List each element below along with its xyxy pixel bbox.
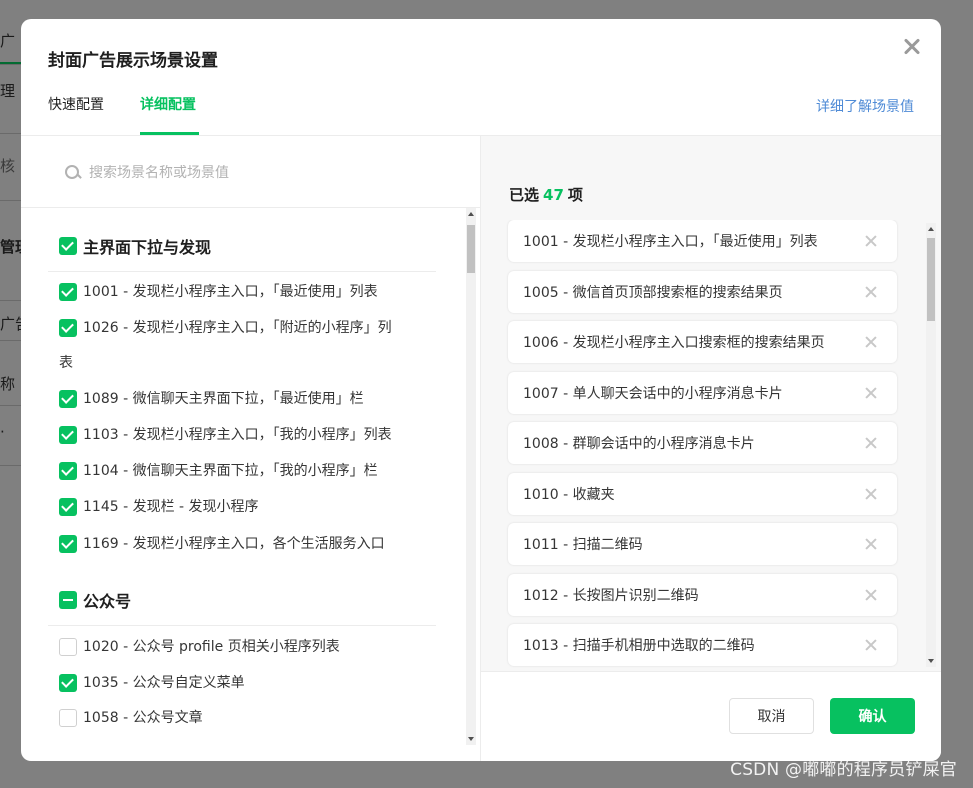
- selected-item-label: 1010 - 收藏夹: [523, 487, 615, 503]
- group-divider: [48, 271, 436, 272]
- confirm-button[interactable]: 确认: [830, 698, 915, 734]
- selected-item: 1005 - 微信首页顶部搜索框的搜索结果页: [508, 271, 897, 313]
- item-label: 1145 - 发现栏 - 发现小程序: [83, 499, 259, 515]
- remove-icon[interactable]: [861, 534, 881, 554]
- item-checkbox-checked[interactable]: [59, 535, 77, 553]
- group-checkbox-partial[interactable]: [59, 591, 77, 609]
- scene-settings-dialog: 封面广告展示场景设置 快速配置 详细配置 详细了解场景值 主界面下拉与发现 10…: [21, 19, 941, 761]
- remove-icon[interactable]: [861, 585, 881, 605]
- scroll-down-arrow-icon[interactable]: [468, 737, 474, 741]
- group-name: 公众号: [83, 592, 132, 611]
- list-item[interactable]: 1026 - 发现栏小程序主入口，「附近的小程序」列: [59, 310, 419, 346]
- item-checkbox-checked[interactable]: [59, 390, 77, 408]
- list-item[interactable]: 1103 - 发现栏小程序主入口，「我的小程序」列表: [59, 417, 419, 453]
- learn-scene-values-link[interactable]: 详细了解场景值: [816, 96, 914, 116]
- item-label: 1058 - 公众号文章: [83, 710, 203, 726]
- search-box: [65, 162, 425, 184]
- scroll-up-arrow-icon[interactable]: [468, 212, 474, 216]
- scene-list: 主界面下拉与发现 1001 - 发现栏小程序主入口，「最近使用」列表 1026 …: [21, 208, 480, 761]
- selected-item: 1008 - 群聊会话中的小程序消息卡片: [508, 422, 897, 464]
- selected-item-label: 1012 - 长按图片识别二维码: [523, 588, 699, 604]
- item-label: 1089 - 微信聊天主界面下拉，「最近使用」栏: [83, 391, 364, 407]
- item-checkbox-unchecked[interactable]: [59, 709, 77, 727]
- selected-item: 1011 - 扫描二维码: [508, 523, 897, 565]
- group-divider: [48, 625, 436, 626]
- scroll-down-arrow-icon[interactable]: [928, 659, 934, 663]
- scroll-thumb[interactable]: [927, 238, 935, 321]
- list-item[interactable]: 1058 - 公众号文章: [59, 700, 419, 736]
- selected-item-label: 1011 - 扫描二维码: [523, 537, 643, 553]
- selected-item: 1001 - 发现栏小程序主入口，「最近使用」列表: [508, 220, 897, 262]
- scroll-up-arrow-icon[interactable]: [928, 227, 934, 231]
- item-label: 1103 - 发现栏小程序主入口，「我的小程序」列表: [83, 427, 392, 443]
- list-item-continuation: 表: [59, 345, 419, 381]
- selected-item-label: 1001 - 发现栏小程序主入口，「最近使用」列表: [523, 234, 818, 250]
- selected-count-title: 已选 47 项: [509, 184, 583, 205]
- selected-item-label: 1013 - 扫描手机相册中选取的二维码: [523, 638, 755, 654]
- selected-item: 1013 - 扫描手机相册中选取的二维码: [508, 624, 897, 666]
- list-item[interactable]: 1089 - 微信聊天主界面下拉，「最近使用」栏: [59, 381, 419, 417]
- scroll-thumb[interactable]: [467, 225, 475, 273]
- selected-item: 1010 - 收藏夹: [508, 473, 897, 515]
- selected-item-label: 1008 - 群聊会话中的小程序消息卡片: [523, 436, 755, 452]
- remove-icon[interactable]: [861, 484, 881, 504]
- remove-icon[interactable]: [861, 332, 881, 352]
- list-item[interactable]: 1001 - 发现栏小程序主入口，「最近使用」列表: [59, 274, 419, 310]
- item-label: 1001 - 发现栏小程序主入口，「最近使用」列表: [83, 284, 378, 300]
- remove-icon[interactable]: [861, 383, 881, 403]
- group-header-main-pulldown[interactable]: 主界面下拉与发现: [59, 234, 211, 258]
- item-checkbox-checked[interactable]: [59, 426, 77, 444]
- tab-detailed-config[interactable]: 详细配置: [140, 94, 196, 114]
- item-label: 1026 - 发现栏小程序主入口，「附近的小程序」列: [83, 320, 392, 336]
- tab-quick-config[interactable]: 快速配置: [48, 94, 104, 114]
- item-checkbox-checked[interactable]: [59, 319, 77, 337]
- list-item[interactable]: 1145 - 发现栏 - 发现小程序: [59, 489, 419, 525]
- remove-icon[interactable]: [861, 433, 881, 453]
- selected-item-label: 1006 - 发现栏小程序主入口搜索框的搜索结果页: [523, 335, 825, 351]
- selected-item: 1007 - 单人聊天会话中的小程序消息卡片: [508, 372, 897, 414]
- selected-prefix: 已选: [509, 186, 540, 204]
- search-icon: [65, 165, 81, 181]
- selected-suffix: 项: [567, 186, 583, 204]
- selected-item: 1006 - 发现栏小程序主入口搜索框的搜索结果页: [508, 321, 897, 363]
- item-label: 1035 - 公众号自定义菜单: [83, 675, 245, 691]
- right-scrollbar[interactable]: [926, 223, 936, 667]
- search-input[interactable]: [89, 165, 409, 181]
- group-header-official-account[interactable]: 公众号: [59, 588, 131, 612]
- list-item[interactable]: 1020 - 公众号 profile 页相关小程序列表: [59, 629, 419, 665]
- item-checkbox-checked[interactable]: [59, 498, 77, 516]
- dialog-footer: 取消 确认: [481, 671, 941, 761]
- item-label: 1169 - 发现栏小程序主入口，各个生活服务入口: [83, 536, 385, 552]
- selected-list: 1001 - 发现栏小程序主入口，「最近使用」列表 1005 - 微信首页顶部搜…: [481, 220, 941, 670]
- left-scrollbar[interactable]: [466, 208, 476, 745]
- close-icon[interactable]: [899, 33, 925, 59]
- item-label-continuation: 表: [59, 355, 73, 371]
- dialog-title: 封面广告展示场景设置: [48, 51, 218, 71]
- cancel-button[interactable]: 取消: [729, 698, 814, 734]
- item-checkbox-checked[interactable]: [59, 283, 77, 301]
- item-checkbox-unchecked[interactable]: [59, 638, 77, 656]
- list-item[interactable]: 1169 - 发现栏小程序主入口，各个生活服务入口: [59, 526, 419, 562]
- selected-item: 1012 - 长按图片识别二维码: [508, 574, 897, 616]
- item-label: 1104 - 微信聊天主界面下拉，「我的小程序」栏: [83, 463, 378, 479]
- selected-count: 47: [543, 186, 564, 204]
- selected-item-label: 1005 - 微信首页顶部搜索框的搜索结果页: [523, 285, 783, 301]
- group-name: 主界面下拉与发现: [83, 238, 212, 257]
- selected-pane: 已选 47 项 1001 - 发现栏小程序主入口，「最近使用」列表 1005 - 微…: [480, 136, 941, 761]
- item-checkbox-checked[interactable]: [59, 674, 77, 692]
- remove-icon[interactable]: [861, 635, 881, 655]
- scene-list-pane: 主界面下拉与发现 1001 - 发现栏小程序主入口，「最近使用」列表 1026 …: [21, 136, 480, 761]
- list-item[interactable]: 1035 - 公众号自定义菜单: [59, 665, 419, 701]
- remove-icon[interactable]: [861, 231, 881, 251]
- group-checkbox-checked[interactable]: [59, 237, 77, 255]
- remove-icon[interactable]: [861, 282, 881, 302]
- selected-item-label: 1007 - 单人聊天会话中的小程序消息卡片: [523, 386, 783, 402]
- list-item[interactable]: 1104 - 微信聊天主界面下拉，「我的小程序」栏: [59, 453, 419, 489]
- item-label: 1020 - 公众号 profile 页相关小程序列表: [83, 639, 340, 655]
- item-checkbox-checked[interactable]: [59, 462, 77, 480]
